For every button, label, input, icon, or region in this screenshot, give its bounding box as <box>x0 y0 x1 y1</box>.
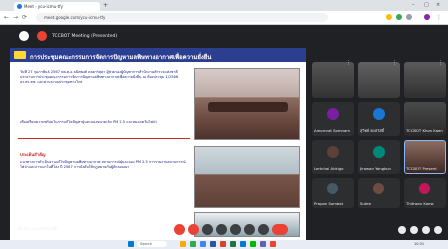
meeting-time-code: 10:31 | ycu-icmu-tfy <box>17 226 58 231</box>
app-icon[interactable] <box>190 241 196 247</box>
participant-name: TCCBOT Khon Kaen <box>406 128 443 133</box>
maximize-button[interactable]: □ <box>424 2 429 8</box>
avatar <box>419 183 430 194</box>
info-icon[interactable] <box>398 226 406 234</box>
browser-menu-icon[interactable]: ⋮ <box>436 14 442 21</box>
present-button[interactable] <box>230 224 241 235</box>
word-icon[interactable] <box>210 241 216 247</box>
raise-hand-button[interactable] <box>244 224 255 235</box>
mic-off-button[interactable] <box>174 224 185 235</box>
teams-icon[interactable] <box>260 241 266 247</box>
app-icon[interactable] <box>270 241 276 247</box>
taskbar-clock: 10:31 <box>414 242 425 246</box>
slide-bullets: แนวทางการดำเนินงานแก้ไขปัญหามลพิษทางอากา… <box>20 160 186 169</box>
photo-table-shape <box>208 102 288 112</box>
end-call-button[interactable] <box>272 224 288 235</box>
participant-name: Lertchai Ahkigo <box>314 166 344 171</box>
participant-tile[interactable] <box>358 62 400 98</box>
slide-paragraph-2: เพื่อเตรียมความพร้อมในการแก้ไขปัญหาฝุ่นล… <box>20 120 158 124</box>
back-icon[interactable]: ← <box>4 14 9 21</box>
start-icon[interactable] <box>128 241 134 247</box>
slide-section-title: ประเด็นสำคัญ <box>20 152 46 157</box>
extension-icon[interactable] <box>396 14 402 20</box>
forward-icon[interactable]: → <box>13 14 18 21</box>
more-options-button[interactable] <box>258 224 269 235</box>
slide-title: การประชุมคณะกรรมการจัดการปัญหามลพิษทางอา… <box>30 54 212 61</box>
presenting-badge-icon <box>37 31 47 41</box>
tile-more-icon[interactable]: ⋮ <box>438 60 443 66</box>
chat-icon[interactable] <box>422 226 430 234</box>
tile-more-icon[interactable]: ⋮ <box>346 60 351 66</box>
powerpoint-icon[interactable] <box>220 241 226 247</box>
edge-icon[interactable] <box>240 241 246 247</box>
chrome-icon[interactable] <box>200 241 206 247</box>
activities-icon[interactable] <box>434 226 442 234</box>
file-explorer-icon[interactable] <box>180 241 186 247</box>
new-tab-button[interactable]: + <box>103 2 108 9</box>
tile-more-icon[interactable]: ⋮ <box>392 60 397 66</box>
avatar <box>327 183 338 194</box>
people-icon[interactable] <box>410 226 418 234</box>
participant-name: TCCBOT Present <box>406 166 437 171</box>
meet-favicon-icon <box>17 4 22 9</box>
participant-name: สุวิทย์ คงสวัสดิ์ <box>360 128 385 133</box>
avatar <box>327 146 339 158</box>
slide-paragraph-1: วันที่ 27 กุมภาพันธ์ 2567 พล.ต.อ.ธนิตพงศ… <box>20 70 179 84</box>
browser-tab[interactable]: Meet - ycu-icmu-tfy <box>14 2 100 11</box>
avatar <box>373 146 385 158</box>
minimize-button[interactable]: – <box>412 2 415 8</box>
participant-name: Prapan Sombat <box>314 201 344 206</box>
participant-name: Jirawan Yangkun <box>360 166 391 171</box>
avatar <box>327 108 339 120</box>
extension-icon[interactable] <box>406 14 412 20</box>
emoji-button[interactable] <box>216 224 227 235</box>
taskbar-search[interactable]: Search <box>137 241 167 247</box>
slide-divider <box>18 138 190 139</box>
extension-icon[interactable] <box>386 14 392 20</box>
participant-tile[interactable] <box>404 62 446 98</box>
avatar <box>373 183 384 194</box>
url-field[interactable]: meet.google.com/ycu-icmu-tfy <box>36 13 328 22</box>
profile-avatar[interactable] <box>424 14 430 20</box>
camera-off-button[interactable] <box>188 224 199 235</box>
line-icon[interactable] <box>250 241 256 247</box>
captions-button[interactable] <box>202 224 213 235</box>
avatar <box>373 108 385 120</box>
participant-name: Amornrat Somnam <box>314 128 350 133</box>
reload-icon[interactable]: ⟳ <box>22 14 27 21</box>
excel-icon[interactable] <box>230 241 236 247</box>
participant-tile[interactable] <box>312 62 354 98</box>
meeting-photo-2 <box>194 146 300 208</box>
participant-name: Sutee <box>360 201 371 206</box>
slide-emblem-icon <box>14 51 26 59</box>
participant-name: Thitiwan Kaew <box>406 201 434 206</box>
org-logo-icon <box>19 31 29 41</box>
meeting-title: TCCBOT Meeting (Presented) <box>52 34 118 39</box>
close-window-button[interactable]: × <box>436 2 440 8</box>
